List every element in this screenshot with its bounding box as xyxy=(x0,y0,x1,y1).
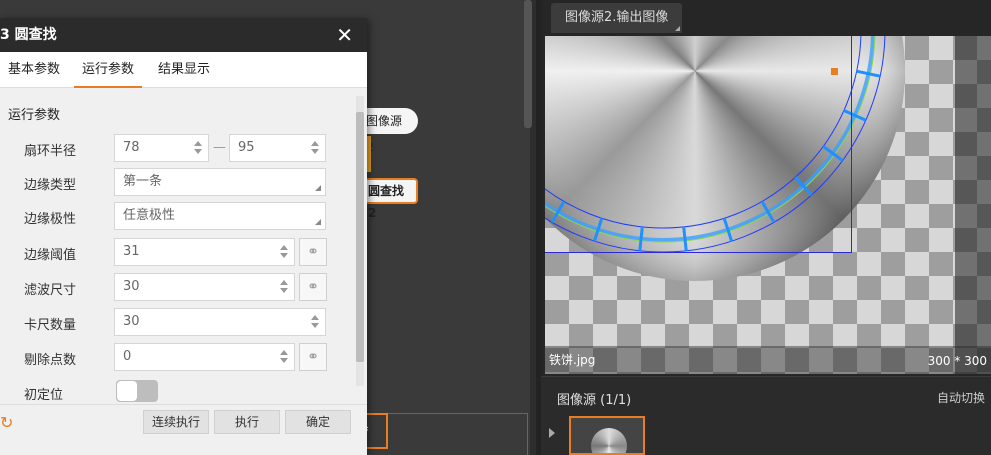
input-value: 31 xyxy=(123,244,140,259)
dialog-title: 3 圆查找 xyxy=(0,27,57,43)
image-viewer: 图像源2.输出图像 铁饼.jpg 300 * 300 图像源 (1/1) 自动切… xyxy=(541,0,991,455)
section-title: 运行参数 xyxy=(8,108,61,123)
input-value: 78 xyxy=(123,140,140,155)
param-label: 剔除点数 xyxy=(24,353,77,368)
tab-run-params[interactable]: 运行参数 xyxy=(74,52,143,88)
reject-points-input[interactable]: 0 xyxy=(114,343,295,371)
caliper-mark xyxy=(822,145,844,162)
param-label: 卡尺数量 xyxy=(24,318,77,333)
ring-radius-max-input[interactable]: 95 xyxy=(229,134,326,162)
play-icon[interactable] xyxy=(549,428,555,438)
dialog-tabbar: 基本参数 运行参数 结果显示 xyxy=(0,52,367,88)
thumbnail-item[interactable] xyxy=(569,416,645,455)
select-value: 第一条 xyxy=(123,174,163,189)
confirm-button[interactable]: 确定 xyxy=(285,410,351,434)
param-filter-size: 滤波尺寸 30 ⚭ xyxy=(0,273,356,303)
edge-type-select[interactable]: 第一条 xyxy=(114,168,326,196)
range-dash: — xyxy=(213,140,226,155)
param-edge-threshold: 边缘阈值 31 ⚭ xyxy=(0,238,356,268)
roi-right-edge xyxy=(851,36,852,253)
ring-radius-min-input[interactable]: 78 xyxy=(114,134,209,162)
caliper-ring-overlay xyxy=(545,36,886,253)
dialog-titlebar[interactable]: 3 圆查找 ✕ xyxy=(0,18,367,52)
spin-arrows-icon[interactable] xyxy=(280,350,288,364)
tab-result-display[interactable]: 结果显示 xyxy=(150,52,218,88)
caliper-mark xyxy=(638,226,644,251)
param-label: 扇环半径 xyxy=(24,144,77,159)
dropdown-corner-icon xyxy=(315,185,321,191)
thumbnail-header: 图像源 (1/1) 自动切换 xyxy=(541,376,991,416)
spin-arrows-icon[interactable] xyxy=(311,315,319,329)
image-filename: 铁饼.jpg xyxy=(549,353,596,367)
param-edge-type: 边缘类型 第一条 xyxy=(0,168,356,198)
link-icon[interactable]: ⚭ xyxy=(299,273,327,301)
param-label: 初定位 xyxy=(24,388,64,403)
spin-arrows-icon[interactable] xyxy=(311,141,319,155)
execute-button[interactable]: 执行 xyxy=(214,410,280,434)
link-icon[interactable]: ⚭ xyxy=(299,343,327,371)
spin-arrows-icon[interactable] xyxy=(280,245,288,259)
param-label: 滤波尺寸 xyxy=(24,283,77,298)
thumbnail-title: 图像源 (1/1) xyxy=(557,393,632,408)
param-reject-points: 剔除点数 0 ⚭ xyxy=(0,343,356,373)
close-icon[interactable]: ✕ xyxy=(336,18,353,52)
init-position-toggle[interactable] xyxy=(116,380,158,402)
dialog-scrollbar[interactable] xyxy=(356,96,364,386)
param-edge-polarity: 边缘极性 任意极性 xyxy=(0,202,356,232)
input-value: 30 xyxy=(123,279,140,294)
auto-switch-toggle[interactable]: 自动切换 xyxy=(937,389,985,406)
viewer-tab-output-image[interactable]: 图像源2.输出图像 xyxy=(551,3,683,33)
tab-basic-params[interactable]: 基本参数 xyxy=(0,52,68,88)
roi-bottom-edge xyxy=(545,252,851,253)
select-value: 任意极性 xyxy=(123,208,176,223)
circle-find-dialog: 3 圆查找 ✕ 基本参数 运行参数 结果显示 运行参数 扇环半径 78 — 95… xyxy=(0,18,367,455)
flow-scrollbar[interactable] xyxy=(524,0,532,128)
param-label: 边缘类型 xyxy=(24,178,77,193)
thumbnail-strip xyxy=(541,416,991,455)
caliper-mark xyxy=(682,226,688,251)
spin-arrows-icon[interactable] xyxy=(194,141,202,155)
dropdown-corner-icon xyxy=(675,26,681,31)
image-dark-margin xyxy=(955,36,991,374)
param-ring-radius: 扇环半径 78 — 95 xyxy=(0,134,356,164)
continuous-run-button[interactable]: 连续执行 xyxy=(143,410,209,434)
caliper-count-input[interactable]: 30 xyxy=(114,308,326,336)
filter-size-input[interactable]: 30 xyxy=(114,273,295,301)
dialog-footer: ↻ 连续执行 执行 确定 xyxy=(0,404,367,438)
scroll-thumb[interactable] xyxy=(356,112,364,362)
edge-threshold-input[interactable]: 31 xyxy=(114,238,295,266)
input-value: 0 xyxy=(123,349,132,364)
edge-polarity-select[interactable]: 任意极性 xyxy=(114,202,326,230)
image-bottom-shade xyxy=(545,346,991,374)
thumbnail-image xyxy=(591,428,627,453)
toggle-knob xyxy=(117,381,137,401)
spin-arrows-icon[interactable] xyxy=(280,280,288,294)
input-value: 95 xyxy=(238,140,255,155)
input-value: 30 xyxy=(123,314,140,329)
dropdown-corner-icon xyxy=(315,219,321,225)
link-icon[interactable]: ⚭ xyxy=(299,238,327,266)
param-label: 边缘阈值 xyxy=(24,248,77,263)
image-canvas[interactable]: 铁饼.jpg 300 * 300 xyxy=(545,36,991,374)
param-label: 边缘极性 xyxy=(24,212,77,227)
param-caliper-count: 卡尺数量 30 xyxy=(0,308,356,338)
refresh-icon[interactable]: ↻ xyxy=(0,413,13,432)
image-size: 300 * 300 xyxy=(927,354,987,368)
viewer-tab-label: 图像源2.输出图像 xyxy=(565,10,669,25)
